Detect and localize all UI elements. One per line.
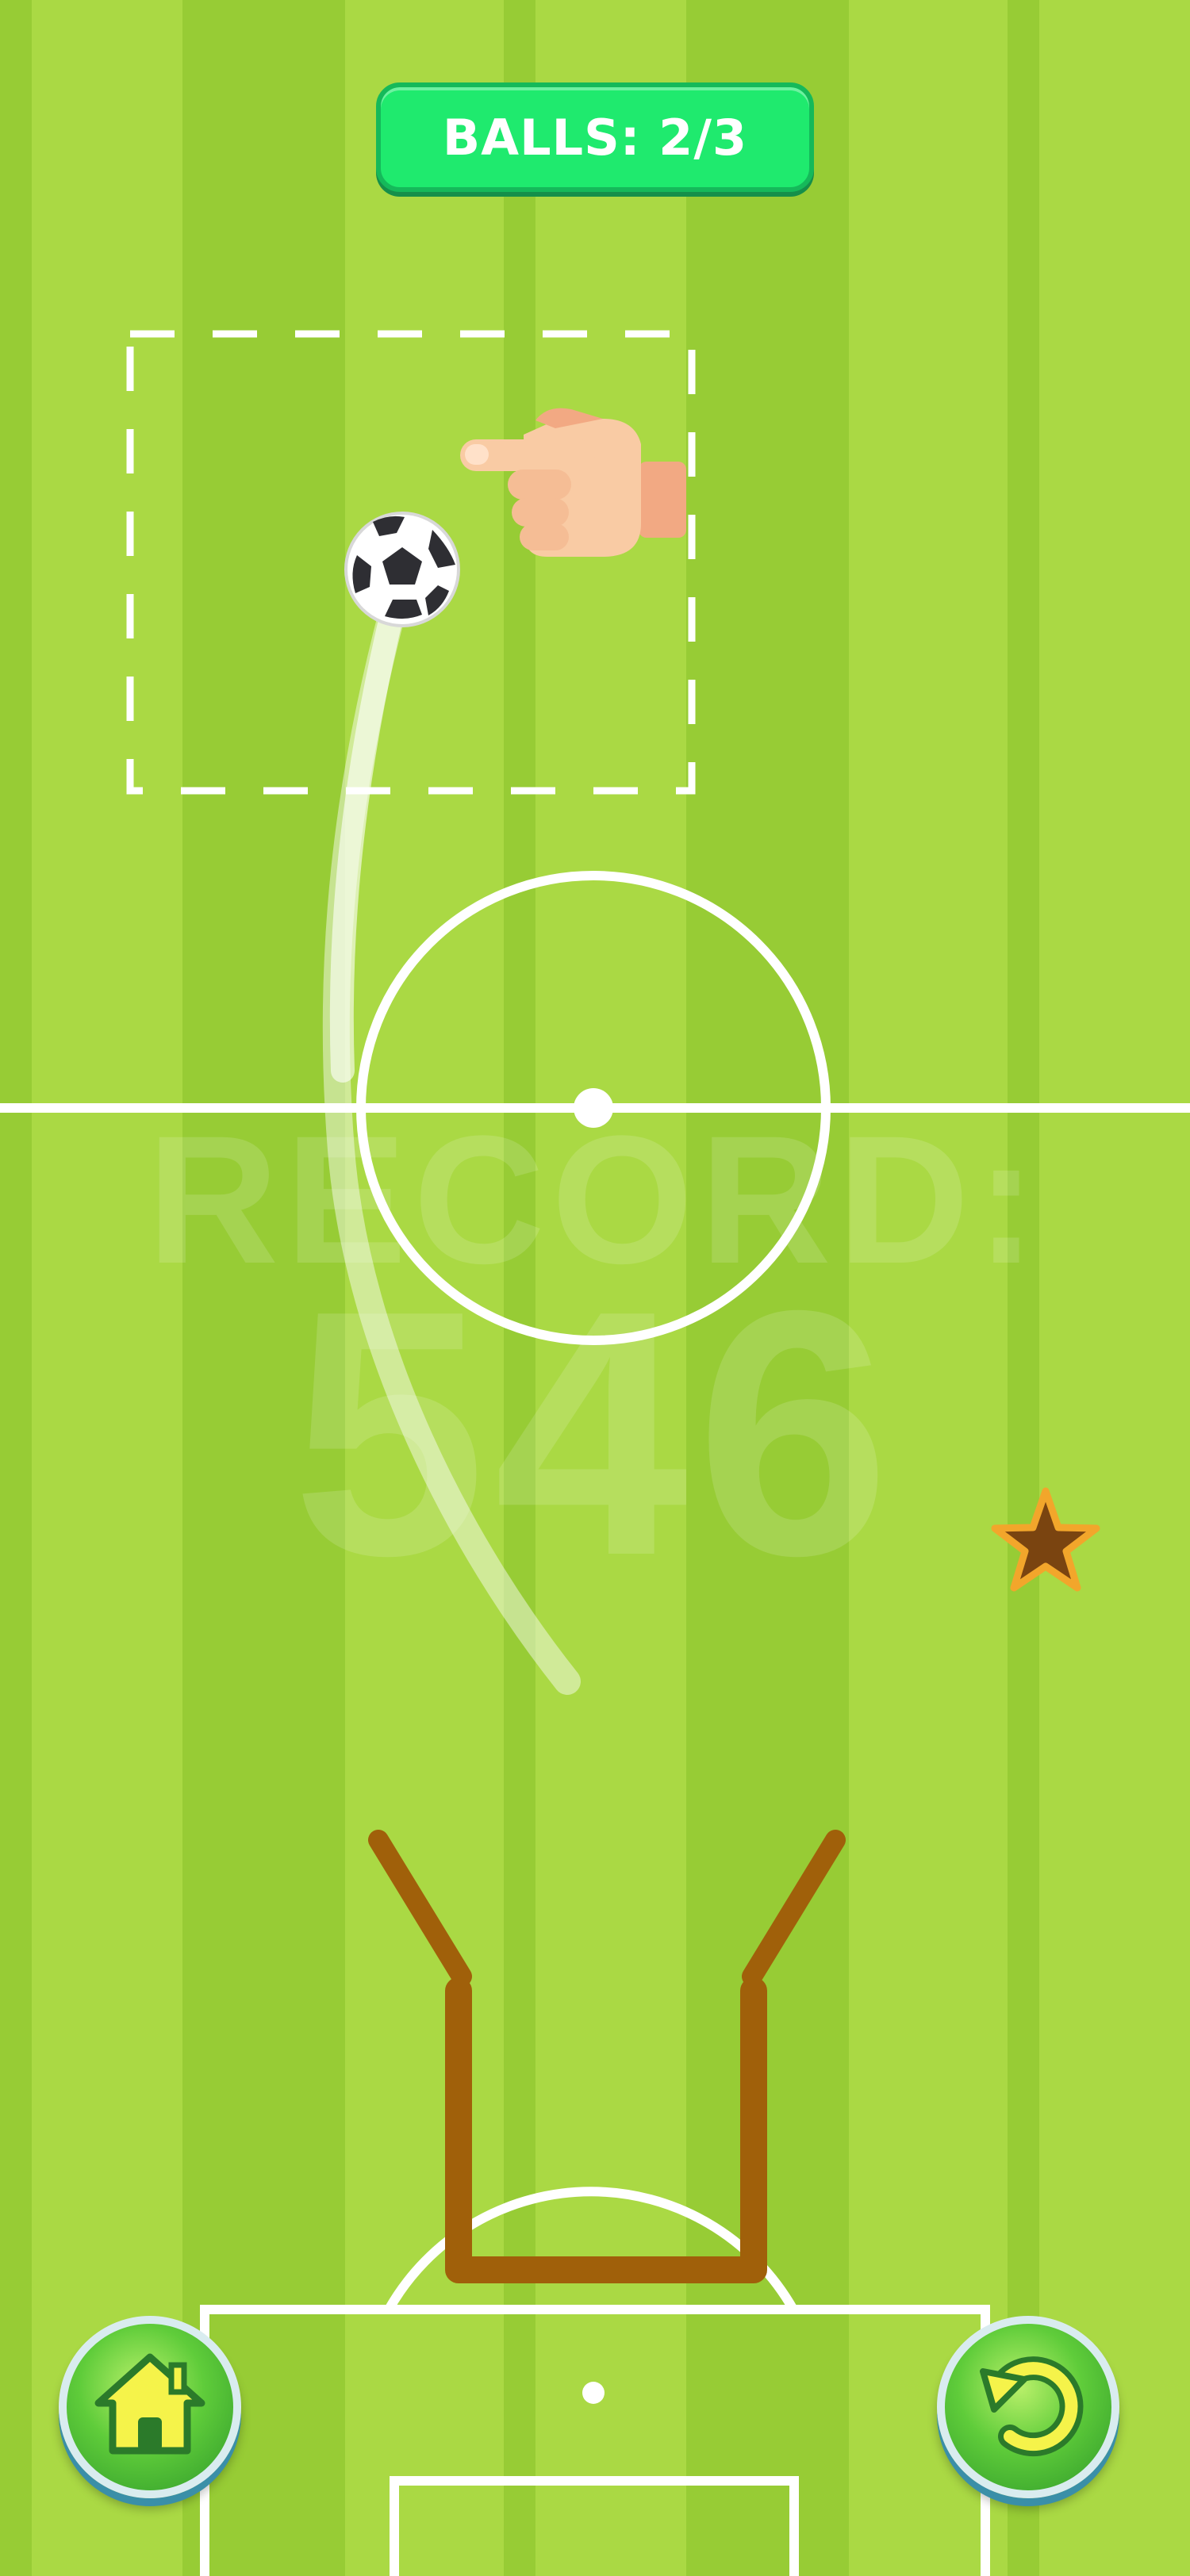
restart-button[interactable] (937, 2316, 1119, 2498)
home-button[interactable] (59, 2316, 241, 2498)
balls-counter: BALLS: 2/3 (376, 82, 814, 192)
record-value: 546 (291, 1239, 899, 1628)
restart-icon (980, 2356, 1084, 2457)
goal (368, 1830, 846, 2283)
goal-area (390, 2476, 799, 2576)
penalty-box (200, 2305, 990, 2576)
soccer-ball-icon (344, 512, 460, 627)
home-icon (94, 2353, 205, 2455)
penalty-spot (582, 2382, 605, 2404)
pointing-hand-icon (460, 408, 686, 557)
balls-counter-text: BALLS: 2/3 (442, 108, 748, 167)
